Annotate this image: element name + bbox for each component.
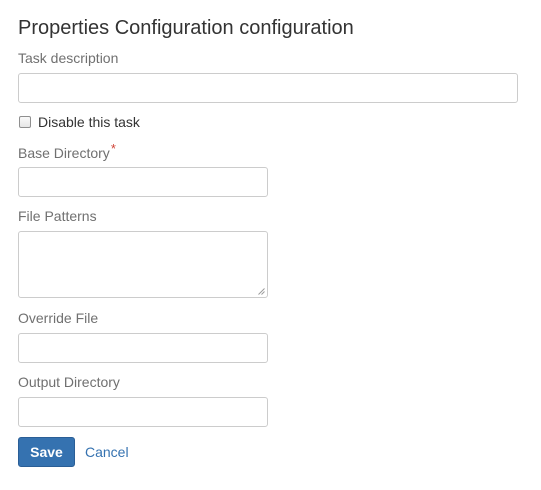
output-directory-input[interactable] [18,397,268,427]
task-description-label: Task description [18,50,119,66]
file-patterns-textarea[interactable] [18,231,268,298]
save-button[interactable]: Save [18,437,75,467]
cancel-link[interactable]: Cancel [85,443,129,461]
override-file-input[interactable] [18,333,268,363]
page-title: Properties Configuration configuration [18,17,354,39]
file-patterns-label: File Patterns [18,208,97,224]
base-directory-label-text: Base Directory [18,145,110,161]
base-directory-label: Base Directory* [18,141,116,163]
task-description-input[interactable] [18,73,518,103]
base-directory-input[interactable] [18,167,268,197]
disable-task-label: Disable this task [38,114,140,130]
required-marker: * [110,141,116,156]
output-directory-label: Output Directory [18,374,120,390]
disable-task-checkbox[interactable] [19,116,31,128]
override-file-label: Override File [18,310,99,326]
resize-grip-icon[interactable] [258,288,265,295]
